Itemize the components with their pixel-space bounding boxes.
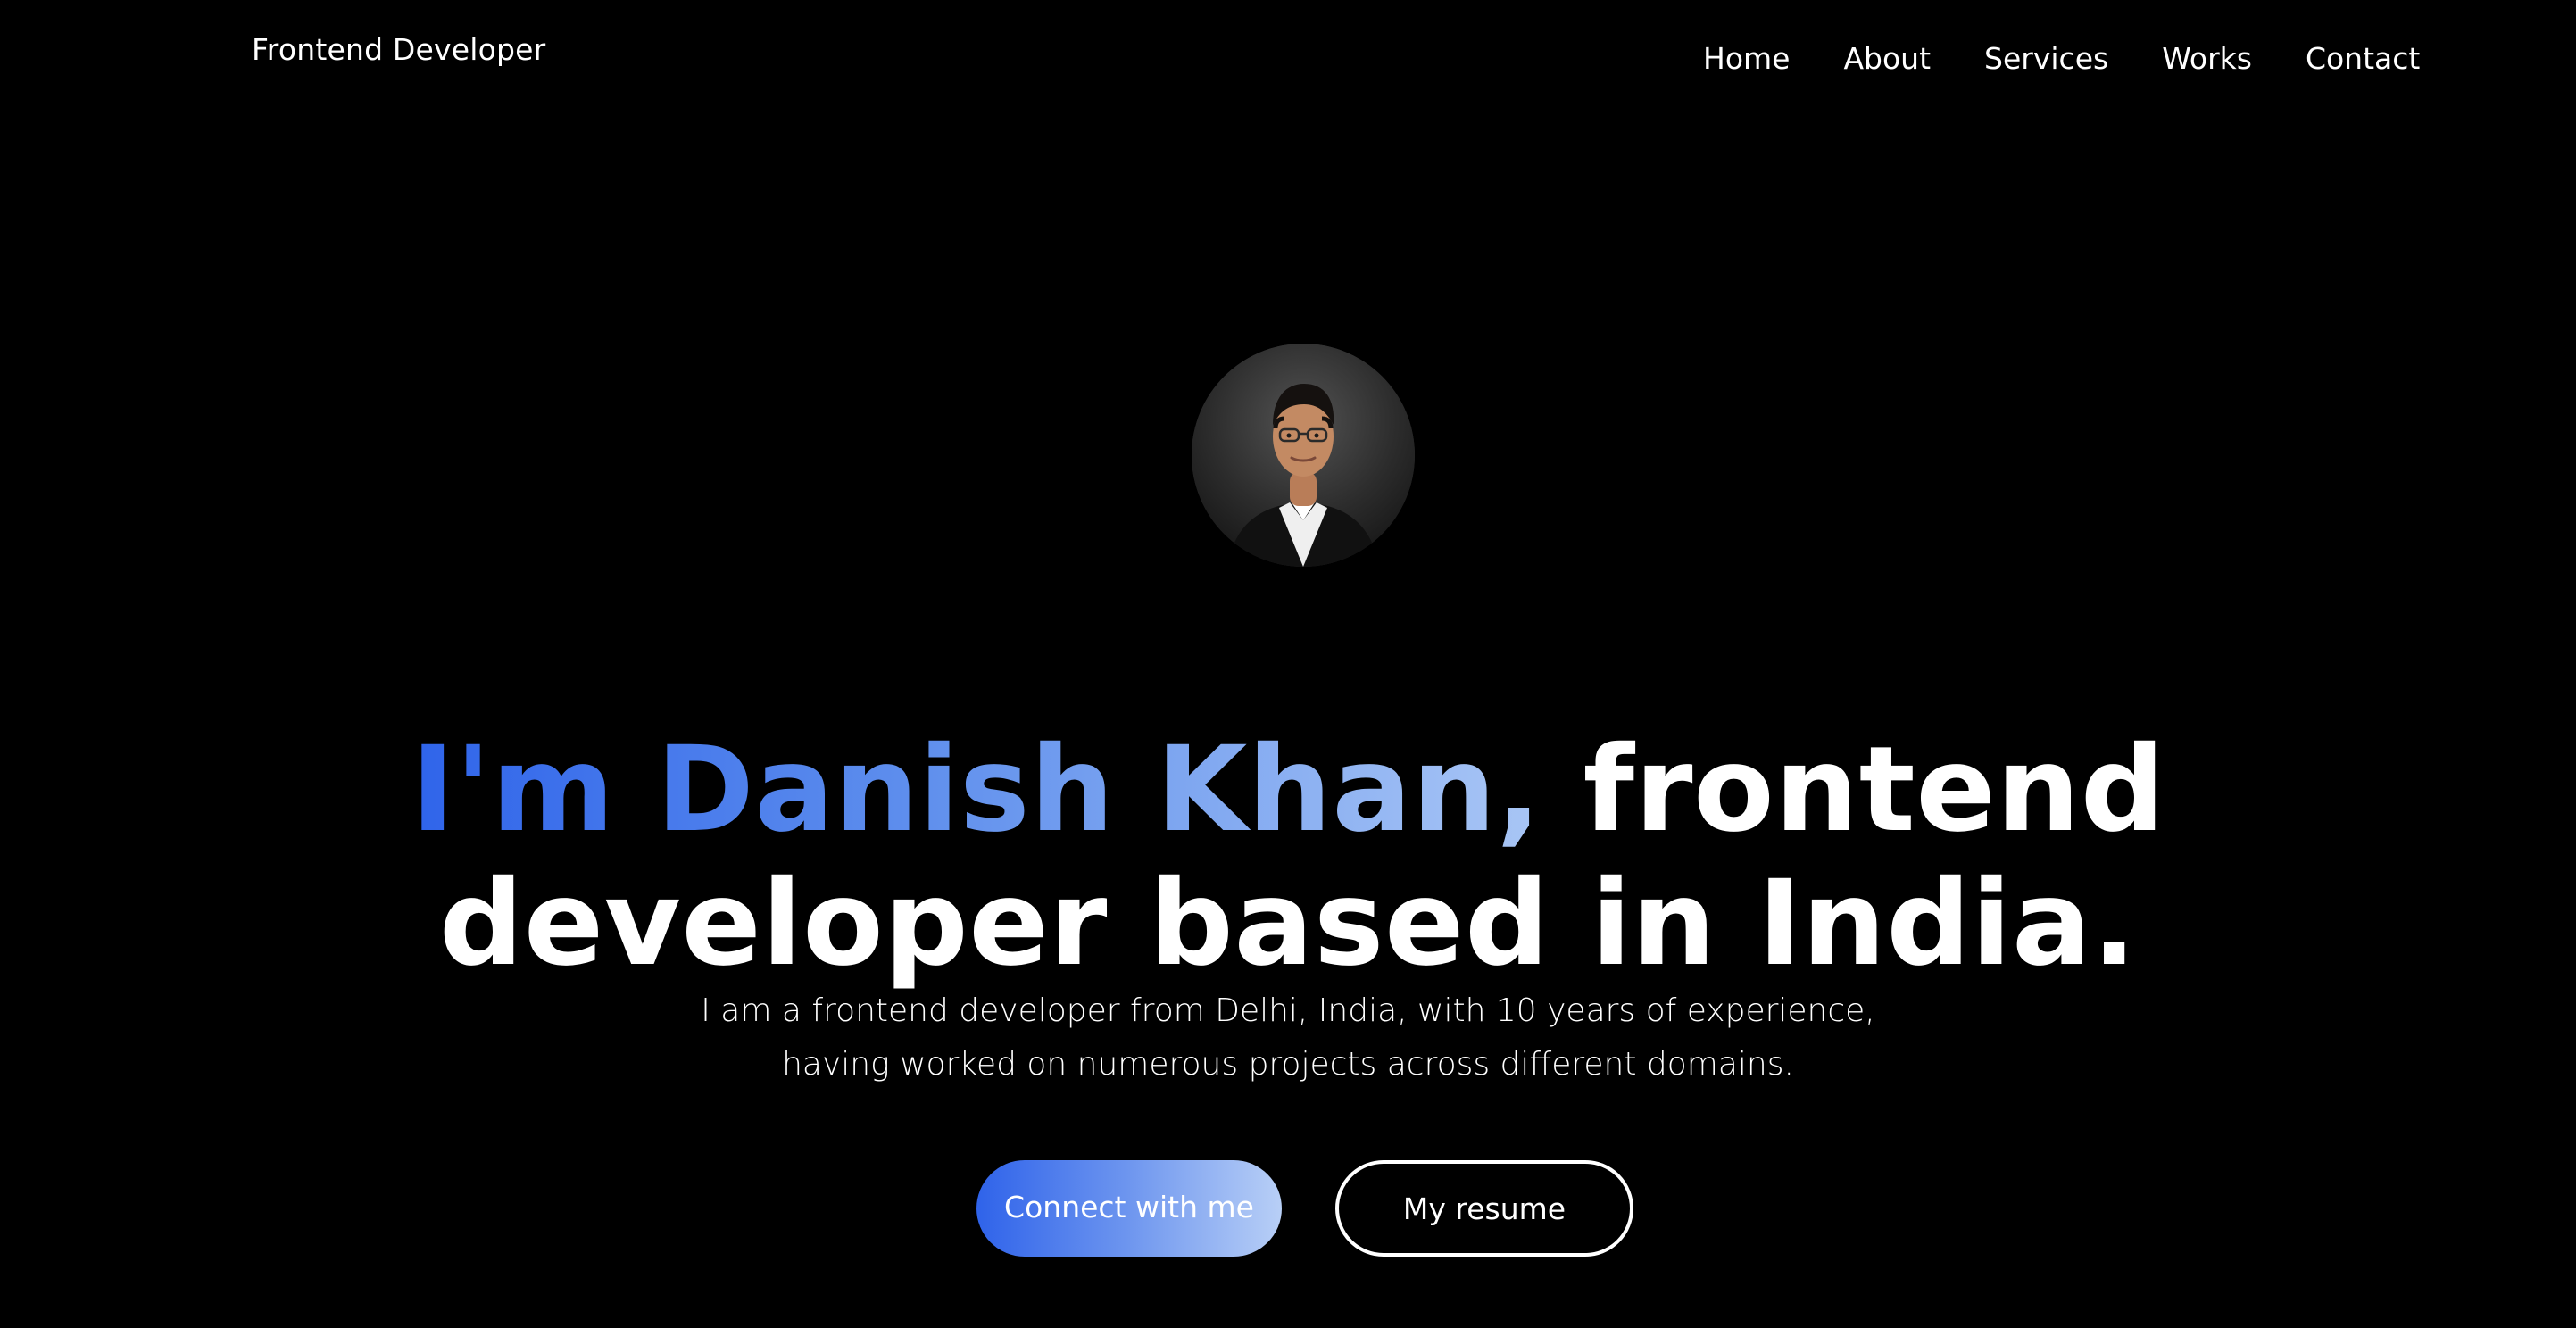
hero-name-highlight: I'm Danish Khan, <box>411 721 1542 859</box>
hero-description-line1: I am a frontend developer from Delhi, In… <box>701 992 1875 1029</box>
hero-description: I am a frontend developer from Delhi, In… <box>0 984 2576 1091</box>
connect-button[interactable]: Connect with me <box>976 1160 1282 1257</box>
person-portrait-icon <box>1192 344 1415 567</box>
nav-home-link[interactable]: Home <box>1703 41 1790 76</box>
nav-about-link[interactable]: About <box>1843 41 1931 76</box>
hero-description-line2: having worked on numerous projects acros… <box>782 1046 1794 1083</box>
hero-headline-line1-rest: frontend <box>1583 721 2165 859</box>
nav-works-link[interactable]: Works <box>2162 41 2252 76</box>
nav-contact-link[interactable]: Contact <box>2306 41 2420 76</box>
main-nav: Home About Services Works Contact <box>1703 41 2420 76</box>
hero-headline: I'm Danish Khan, frontend developer base… <box>0 723 2576 991</box>
resume-button[interactable]: My resume <box>1335 1160 1633 1257</box>
site-logo[interactable]: Frontend Developer <box>252 32 545 67</box>
hero-headline-line2: developer based in India. <box>438 855 2138 993</box>
profile-avatar <box>1192 344 1415 567</box>
hero-actions: Connect with me My resume <box>976 1160 1633 1257</box>
nav-services-link[interactable]: Services <box>1984 41 2108 76</box>
